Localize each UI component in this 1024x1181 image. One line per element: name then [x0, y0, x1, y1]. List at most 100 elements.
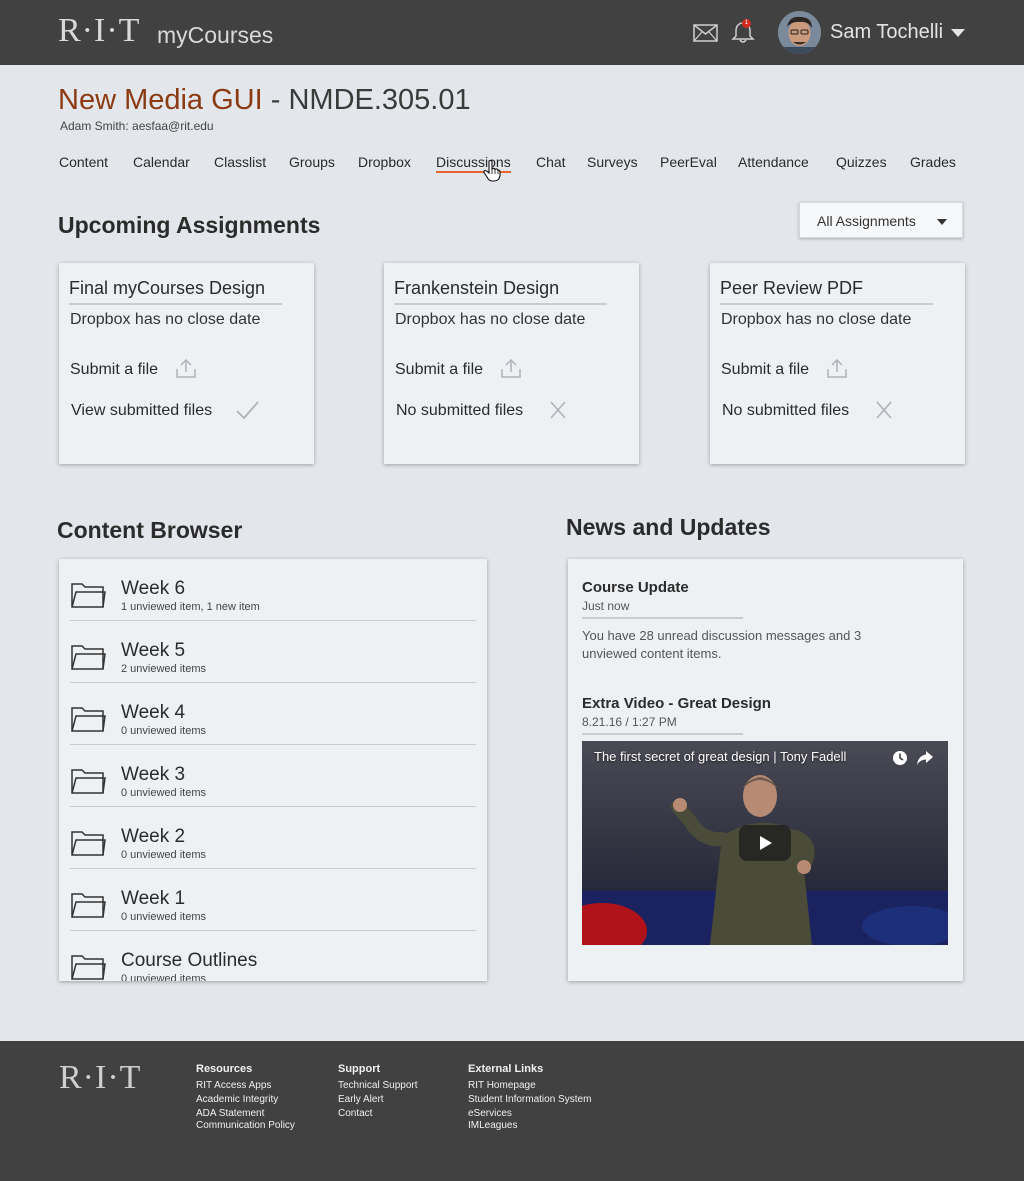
assignment-close-date: Dropbox has no close date	[395, 311, 586, 328]
folder-item[interactable]: Week 2 0 unviewed items	[70, 807, 476, 869]
folder-item[interactable]: Week 5 2 unviewed items	[70, 621, 476, 683]
user-name[interactable]: Sam Tochelli	[830, 21, 943, 44]
rit-logo[interactable]: R·I·T	[58, 12, 140, 50]
user-menu-caret-icon[interactable]	[951, 29, 965, 37]
folder-name: Week 2	[121, 826, 186, 847]
folder-name: Week 1	[121, 888, 186, 909]
folder-item[interactable]: Course Outlines 0 unviewed items	[70, 931, 476, 981]
course-code: NMDE.305.01	[288, 84, 471, 116]
content-browser-heading: Content Browser	[57, 517, 243, 543]
footer-link[interactable]: RIT Homepage	[468, 1079, 591, 1093]
folder-status: 0 unviewed items	[121, 911, 206, 923]
folder-item[interactable]: Week 3 0 unviewed items	[70, 745, 476, 807]
folder-status: 0 unviewed items	[121, 725, 206, 737]
folder-item[interactable]: Week 6 1 unviewed item, 1 new item	[70, 559, 476, 621]
bell-icon[interactable]: 1	[731, 19, 755, 45]
footer-link[interactable]: Technical Support	[338, 1079, 418, 1093]
folder-name: Week 5	[121, 640, 186, 661]
footer-link[interactable]: Contact	[338, 1107, 418, 1121]
folder-icon	[71, 645, 106, 670]
footer-rit-logo[interactable]: R·I·T	[59, 1059, 141, 1097]
footer-link[interactable]: Academic Integrity	[196, 1093, 295, 1107]
footer-column-external-links: External Links RIT Homepage Student Info…	[468, 1063, 591, 1133]
nav-item-grades[interactable]: Grades	[910, 154, 956, 170]
submit-file-link[interactable]: Submit a file	[70, 361, 158, 379]
folder-name: Week 3	[121, 764, 186, 785]
x-icon	[550, 401, 566, 419]
footer-link[interactable]: Early Alert	[338, 1093, 418, 1107]
nav-item-quizzes[interactable]: Quizzes	[836, 154, 887, 170]
folder-status: 1 unviewed item, 1 new item	[121, 601, 260, 613]
submit-file-link[interactable]: Submit a file	[395, 361, 483, 379]
footer-link[interactable]: RIT Access Apps	[196, 1079, 295, 1093]
nav-item-classlist[interactable]: Classlist	[214, 154, 266, 170]
chevron-down-icon	[937, 219, 947, 225]
folder-name: Week 6	[121, 578, 186, 599]
upcoming-assignments-heading: Upcoming Assignments	[58, 212, 321, 238]
divider	[394, 303, 607, 305]
submit-file-link[interactable]: Submit a file	[721, 361, 809, 379]
video-player[interactable]: The first secret of great design | Tony …	[582, 741, 948, 945]
assignment-close-date: Dropbox has no close date	[721, 311, 912, 328]
upload-icon[interactable]	[826, 357, 848, 379]
assignment-title[interactable]: Frankenstein Design	[394, 278, 559, 299]
footer-link[interactable]: IMLeagues	[468, 1119, 591, 1133]
footer-link[interactable]: Communication Policy	[196, 1119, 295, 1133]
upload-icon[interactable]	[500, 357, 522, 379]
folder-icon	[71, 583, 106, 608]
news-item-title[interactable]: Course Update	[582, 579, 689, 596]
checkmark-icon	[236, 401, 259, 420]
folder-status: 0 unviewed items	[121, 849, 206, 861]
content-browser: Week 6 1 unviewed item, 1 new item Week …	[59, 559, 487, 981]
news-heading: News and Updates	[566, 514, 771, 540]
footer: R·I·T Resources RIT Access Apps Academic…	[0, 1041, 1024, 1181]
top-bar: R·I·T myCourses 1 Sam Tochelli	[0, 0, 1024, 65]
course-title-separator: -	[270, 84, 281, 116]
app-name[interactable]: myCourses	[157, 22, 273, 49]
nav-item-chat[interactable]: Chat	[536, 154, 566, 170]
assignment-title[interactable]: Peer Review PDF	[720, 278, 863, 299]
divider	[69, 303, 282, 305]
folder-icon	[71, 707, 106, 732]
folder-status: 0 unviewed items	[121, 973, 206, 981]
folder-status: 0 unviewed items	[121, 787, 206, 799]
folder-name: Course Outlines	[121, 950, 258, 971]
assignment-card: Peer Review PDF Dropbox has no close dat…	[710, 263, 965, 464]
assignment-title[interactable]: Final myCourses Design	[69, 278, 265, 299]
submitted-files-link[interactable]: View submitted files	[71, 402, 212, 420]
nav-item-calendar[interactable]: Calendar	[133, 154, 190, 170]
divider	[582, 733, 743, 735]
footer-column-heading: Support	[338, 1063, 381, 1075]
news-panel: Course Update Just now You have 28 unrea…	[568, 559, 963, 981]
folder-item[interactable]: Week 4 0 unviewed items	[70, 683, 476, 745]
nav-item-peereval[interactable]: PeerEval	[660, 154, 717, 170]
assignment-filter-label: All Assignments	[817, 213, 916, 229]
footer-link[interactable]: Student Information System	[468, 1093, 591, 1107]
mail-icon[interactable]	[693, 22, 718, 44]
course-title: New Media GUI - NMDE.305.01	[58, 84, 471, 117]
upload-icon[interactable]	[175, 357, 197, 379]
news-item-timestamp: 8.21.16 / 1:27 PM	[582, 715, 677, 729]
folder-item[interactable]: Week 1 0 unviewed items	[70, 869, 476, 931]
nav-item-attendance[interactable]: Attendance	[738, 154, 809, 170]
hand-cursor-icon	[483, 160, 501, 182]
news-item-timestamp: Just now	[582, 599, 630, 613]
nav-item-dropbox[interactable]: Dropbox	[358, 154, 411, 170]
avatar[interactable]	[778, 11, 821, 54]
course-name: New Media GUI	[58, 84, 263, 116]
submitted-files-status: No submitted files	[722, 402, 850, 419]
share-icon[interactable]	[916, 750, 934, 766]
nav-item-groups[interactable]: Groups	[289, 154, 335, 170]
assignment-filter-dropdown[interactable]: All Assignments	[799, 202, 963, 238]
folder-status: 2 unviewed items	[121, 663, 206, 675]
play-icon[interactable]	[739, 825, 791, 861]
news-item-body: You have 28 unread discussion messages a…	[582, 628, 862, 661]
video-title[interactable]: The first secret of great design | Tony …	[594, 749, 846, 764]
instructor-info: Adam Smith: aesfaa@rit.edu	[60, 119, 214, 133]
nav-item-content[interactable]: Content	[59, 154, 108, 170]
folder-icon	[71, 831, 106, 856]
x-icon	[876, 401, 892, 419]
nav-item-surveys[interactable]: Surveys	[587, 154, 638, 170]
news-item-title[interactable]: Extra Video - Great Design	[582, 695, 771, 712]
clock-icon[interactable]	[892, 750, 908, 766]
